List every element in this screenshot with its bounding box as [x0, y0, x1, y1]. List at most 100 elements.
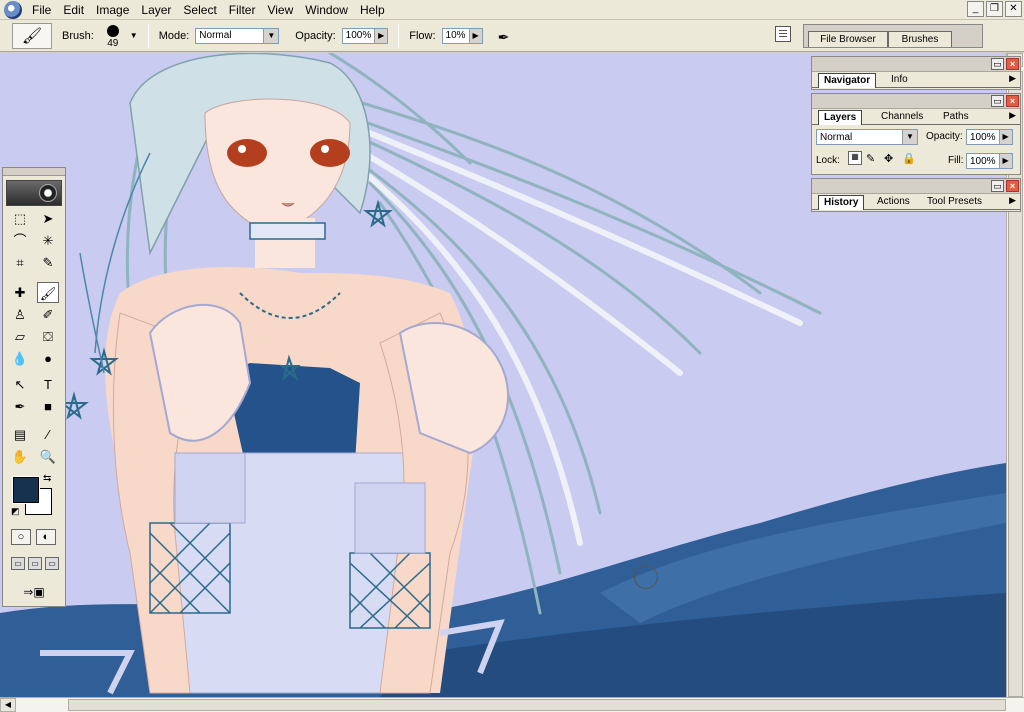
tab-file-browser[interactable]: File Browser [808, 31, 888, 47]
zoom-icon[interactable]: 🔍 [37, 446, 59, 467]
menu-window[interactable]: Window [299, 0, 354, 20]
path-selection-icon[interactable]: ↖ [9, 374, 31, 395]
crop-icon[interactable]: ⌗ [9, 252, 31, 273]
minimize-icon[interactable]: ▭ [991, 180, 1004, 192]
default-colors-icon[interactable]: ◩ [11, 506, 20, 517]
brush-preset-picker[interactable]: 49 [100, 23, 126, 49]
lock-image-icon[interactable]: ✎ [866, 152, 875, 165]
marquee-icon[interactable]: ⬚ [9, 208, 31, 229]
brush-icon: 🖌 [21, 27, 43, 45]
paint-bucket-icon[interactable]: ⛋ [37, 326, 59, 347]
menu-image[interactable]: Image [90, 0, 135, 20]
layers-tabs: Layers Channels Paths ▶ [812, 109, 1020, 125]
foreground-color-swatch[interactable] [13, 477, 39, 503]
lock-all-icon[interactable]: 🔒 [902, 152, 916, 165]
clone-stamp-icon[interactable]: ♙ [9, 304, 31, 325]
magic-wand-icon[interactable]: ✳ [37, 230, 59, 251]
divider [147, 23, 149, 48]
layer-opacity-field[interactable]: 100% ▶ [966, 129, 1013, 145]
opacity-field[interactable]: 100% ▶ [341, 27, 389, 44]
blur-icon[interactable]: 💧 [9, 348, 31, 369]
fill-value: 100% [970, 155, 996, 167]
scroll-left-icon[interactable]: ◀ [0, 698, 16, 712]
tab-tool-presets[interactable]: Tool Presets [922, 195, 987, 210]
navigator-palette: ▭ × Navigator Info ▶ [811, 56, 1021, 90]
layer-blend-mode-select[interactable]: Normal ▼ [816, 129, 918, 145]
tool-preset-picker[interactable]: 🖌 [12, 22, 52, 49]
close-icon[interactable]: × [1006, 58, 1019, 70]
dodge-icon[interactable]: ● [37, 348, 59, 369]
full-screen-menu-button[interactable]: ▭ [28, 557, 42, 570]
healing-brush-icon[interactable]: ✚ [9, 282, 31, 303]
palette-titlebar[interactable]: ▭ × [812, 57, 1020, 72]
notes-icon[interactable]: ▤ [9, 424, 31, 445]
menu-help[interactable]: Help [354, 0, 391, 20]
menu-edit[interactable]: Edit [57, 0, 90, 20]
standard-mode-button[interactable]: ○ [11, 529, 31, 545]
shape-icon[interactable]: ■ [37, 396, 59, 417]
close-icon[interactable]: ✕ [1005, 1, 1022, 17]
lock-transparency-icon[interactable]: ▦ [848, 151, 862, 165]
minimize-icon[interactable]: ▭ [991, 58, 1004, 70]
tab-info[interactable]: Info [886, 73, 913, 88]
chevron-right-icon[interactable]: ▶ [468, 28, 482, 43]
chevron-right-icon[interactable]: ▶ [998, 130, 1012, 144]
hand-icon[interactable]: ✋ [9, 446, 31, 467]
photoshop-logo[interactable] [6, 180, 62, 206]
chevron-right-icon[interactable]: ▶ [374, 28, 388, 43]
flow-field[interactable]: 10% ▶ [441, 27, 483, 44]
lasso-icon[interactable]: ⌒ [9, 230, 31, 251]
tab-paths[interactable]: Paths [938, 110, 974, 125]
chevron-right-icon[interactable]: ▶ [998, 154, 1012, 168]
jump-to-imageready-icon[interactable]: ⇒▣ [11, 583, 57, 601]
lock-position-icon[interactable]: ✥ [884, 152, 893, 165]
restore-icon[interactable]: ❐ [986, 1, 1003, 17]
palette-well-icon[interactable] [775, 26, 791, 42]
tab-channels[interactable]: Channels [876, 110, 928, 125]
eraser-icon[interactable]: ▱ [9, 326, 31, 347]
slice-icon[interactable]: ✎ [37, 252, 59, 273]
palette-menu-icon[interactable]: ▶ [1009, 73, 1016, 84]
chevron-down-icon[interactable]: ▼ [130, 31, 138, 40]
menu-view[interactable]: View [261, 0, 299, 20]
close-icon[interactable]: × [1006, 95, 1019, 107]
minimize-icon[interactable]: ▭ [991, 95, 1004, 107]
full-screen-button[interactable]: ▭ [45, 557, 59, 570]
swap-colors-icon[interactable]: ⇆ [43, 473, 51, 484]
tab-brushes[interactable]: Brushes [888, 31, 952, 47]
move-icon[interactable]: ➤ [37, 208, 59, 229]
tab-actions[interactable]: Actions [872, 195, 915, 210]
tab-navigator[interactable]: Navigator [818, 73, 877, 88]
menu-layer[interactable]: Layer [135, 0, 177, 20]
standard-screen-button[interactable]: ▭ [11, 557, 25, 570]
layers-palette: ▭ × Layers Channels Paths ▶ Normal ▼ Opa… [811, 93, 1021, 175]
horizontal-scrollbar[interactable]: ◀ [0, 697, 1024, 712]
menu-filter[interactable]: Filter [223, 0, 262, 20]
fill-field[interactable]: 100% ▶ [966, 153, 1013, 169]
photoshop-app-icon[interactable] [4, 0, 22, 19]
mode-select[interactable]: Normal ▼ [195, 27, 280, 44]
type-icon[interactable]: T [37, 374, 59, 395]
minimize-icon[interactable]: _ [967, 1, 984, 17]
palette-menu-icon[interactable]: ▶ [1009, 110, 1016, 121]
horizontal-scroll-thumb[interactable] [68, 699, 1006, 711]
history-brush-icon[interactable]: ✐ [37, 304, 59, 325]
palette-titlebar[interactable]: ▭ × [812, 179, 1020, 194]
quick-mask-button[interactable]: ◐ [36, 529, 56, 545]
pen-icon[interactable]: ✒ [9, 396, 31, 417]
tab-history[interactable]: History [818, 195, 865, 210]
brush-cursor [634, 565, 658, 589]
toolbox-titlebar[interactable] [3, 168, 65, 176]
menu-select[interactable]: Select [177, 0, 222, 20]
eyedropper-icon[interactable]: ⁄ [37, 424, 59, 445]
opacity-label: Opacity: [295, 29, 336, 42]
opacity-value: 100% [345, 30, 372, 41]
flow-value: 10% [445, 30, 466, 41]
airbrush-icon[interactable]: ✒ [493, 25, 515, 47]
palette-menu-icon[interactable]: ▶ [1009, 195, 1016, 206]
tab-layers[interactable]: Layers [818, 110, 863, 125]
close-icon[interactable]: × [1006, 180, 1019, 192]
brush-icon[interactable]: 🖌 [37, 282, 59, 303]
palette-titlebar[interactable]: ▭ × [812, 94, 1020, 109]
menu-file[interactable]: File [26, 0, 57, 20]
